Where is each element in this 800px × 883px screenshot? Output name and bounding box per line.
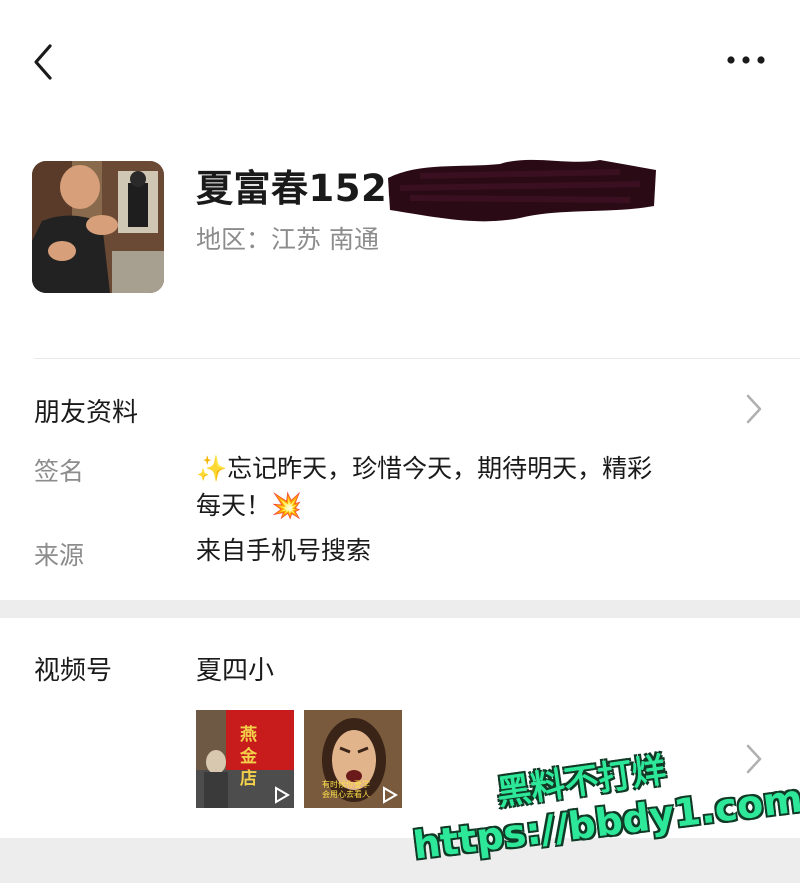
source-label: 来源 — [34, 541, 85, 570]
video-thumbnail-1[interactable]: 燕金店 — [196, 710, 294, 808]
thumb2-caption: 有时候你要学会用心去看人 — [322, 780, 370, 799]
watermark: 黑料不打烊 https://bbdy1.com — [400, 740, 800, 880]
chevron-right-icon[interactable] — [742, 392, 766, 426]
friend-info-title[interactable]: 朋友资料 — [34, 392, 138, 429]
video-thumbnail-2[interactable]: 有时候你要学会用心去看人 — [304, 710, 402, 808]
avatar[interactable] — [32, 161, 164, 293]
signature-line-2: 每天！💥 — [196, 491, 303, 520]
region-text: 地区：江苏 南通 — [196, 225, 379, 254]
channels-name[interactable]: 夏四小 — [196, 650, 274, 687]
more-options-icon[interactable] — [724, 48, 768, 72]
signature-line-1: ✨忘记昨天，珍惜今天，期待明天，精彩 — [196, 454, 653, 483]
divider — [34, 358, 800, 359]
thumb1-sign-text: 燕金店 — [240, 725, 257, 789]
section-separator — [0, 600, 800, 618]
back-chevron-icon[interactable] — [30, 42, 60, 82]
signature-text: ✨忘记昨天，珍惜今天，期待明天，精彩 每天！💥 — [196, 450, 756, 524]
redaction-scribble — [388, 159, 656, 222]
source-value: 来自手机号搜索 — [196, 536, 372, 565]
signature-label: 签名 — [34, 457, 85, 486]
channels-label: 视频号 — [34, 656, 113, 686]
